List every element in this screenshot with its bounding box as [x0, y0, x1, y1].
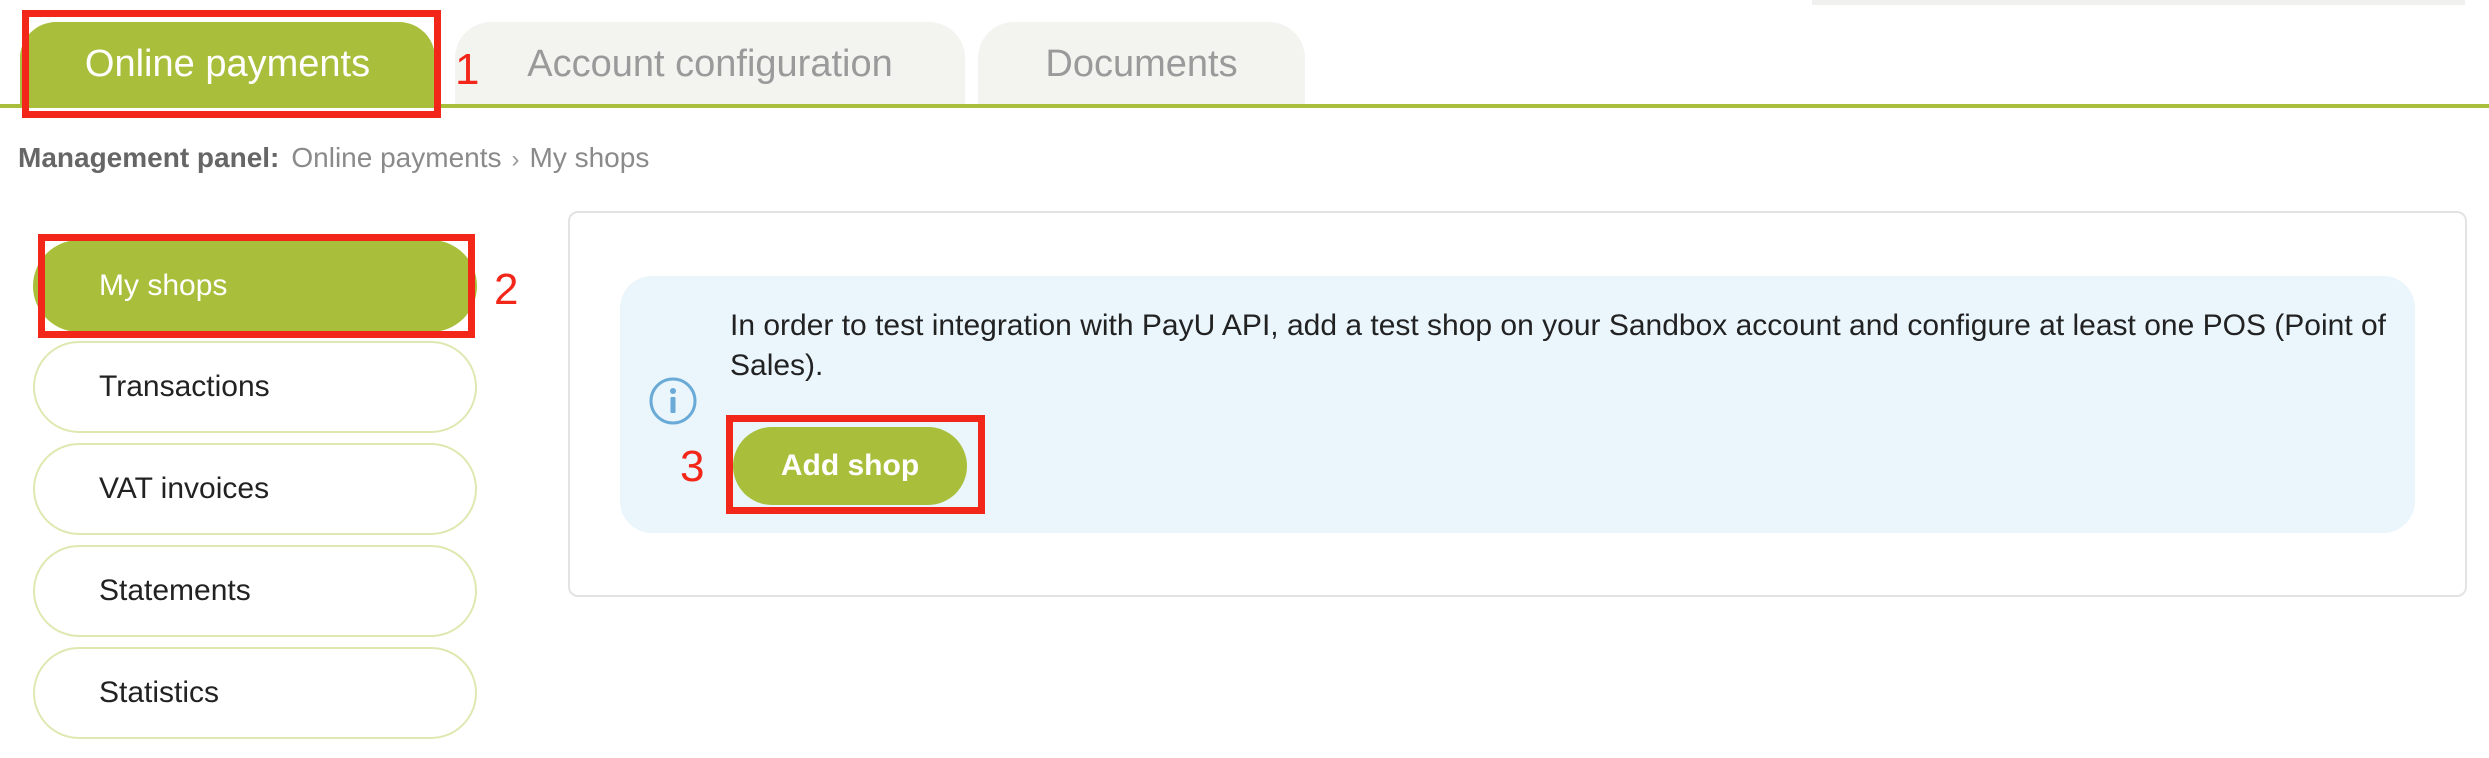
tab-label: Account configuration: [527, 42, 893, 85]
sidebar-item-label: VAT invoices: [99, 472, 270, 505]
breadcrumb-separator: ›: [511, 146, 520, 173]
annotation-box-1: [22, 10, 441, 118]
sidebar-item-transactions[interactable]: Transactions: [33, 341, 477, 433]
annotation-number-3: 3: [680, 442, 705, 491]
annotation-box-3: [726, 415, 985, 514]
info-message: In order to test integration with PayU A…: [730, 309, 2387, 382]
breadcrumb-item-online-payments[interactable]: Online payments: [291, 142, 501, 173]
breadcrumb-item-my-shops: My shops: [529, 142, 650, 173]
sidebar-item-label: Statements: [99, 574, 251, 607]
sidebar-item-statistics[interactable]: Statistics: [33, 647, 477, 739]
info-circle-icon: [648, 376, 698, 426]
breadcrumb-label: Management panel:: [18, 142, 280, 173]
sidebar-item-statements[interactable]: Statements: [33, 545, 477, 637]
sidebar-item-label: Statistics: [99, 676, 220, 709]
annotation-box-2: [38, 234, 475, 338]
tab-label: Documents: [1045, 42, 1238, 85]
sidebar-item-label: Transactions: [99, 370, 270, 403]
tab-documents[interactable]: Documents: [978, 22, 1305, 106]
annotation-number-2: 2: [494, 265, 519, 314]
tab-account-configuration[interactable]: Account configuration: [455, 22, 965, 106]
sidebar-item-vat-invoices[interactable]: VAT invoices: [33, 443, 477, 535]
breadcrumb: Management panel: Online payments › My shop…: [18, 142, 649, 174]
annotation-number-1: 1: [455, 45, 480, 94]
